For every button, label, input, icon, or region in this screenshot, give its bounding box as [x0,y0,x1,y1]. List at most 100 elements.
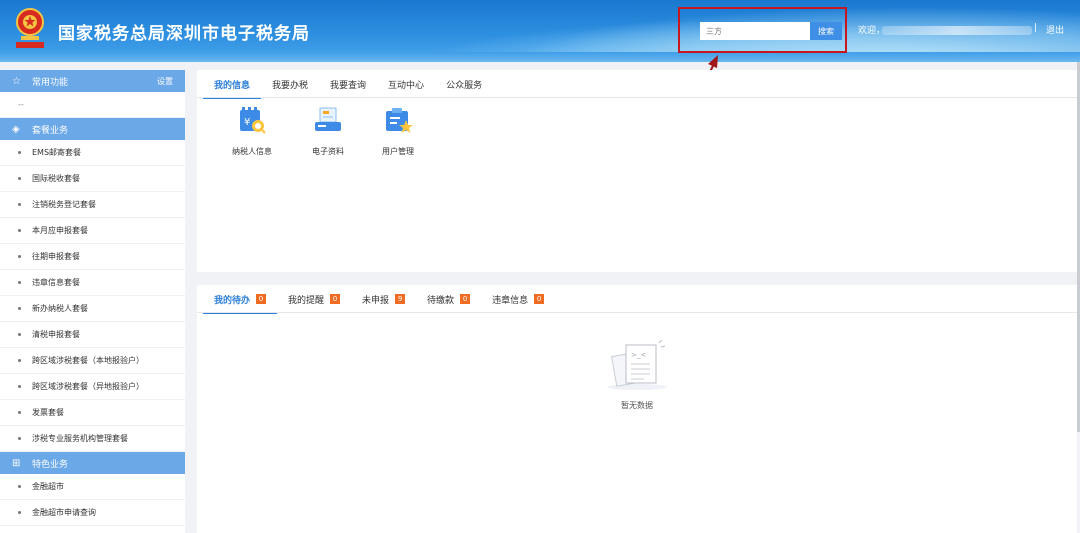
sidebar-section-label: 套餐业务 [32,125,69,136]
sidebar-item-label: 本月应申报套餐 [32,226,88,235]
sidebar-item[interactable]: 金融超市 [0,474,185,500]
quick-link-label: 电子资料 [312,147,344,156]
sidebar-item-label: 跨区域涉税套餐（异地报验户） [32,382,144,391]
todo-tab-label: 我的待办 [214,295,251,306]
svg-text:¥: ¥ [244,117,250,128]
common-empty-placeholder: -- [0,92,185,118]
site-title: 国家税务总局深圳市电子税务局 [58,24,310,44]
sidebar-item[interactable]: EMS邮寄套餐 [0,140,185,166]
sidebar-item[interactable]: 注销税务登记套餐 [0,192,185,218]
sidebar-section-common[interactable]: ☆ 常用功能 设置 [0,70,185,92]
sidebar-item[interactable]: 本月应申报套餐 [0,218,185,244]
tax-emblem-logo [16,8,44,48]
sidebar-item[interactable]: 新办纳税人套餐 [0,296,185,322]
bullet-icon [18,151,21,154]
quick-link-e-document[interactable]: 电子资料 [293,106,363,157]
bullet-icon [18,281,21,284]
quick-link-user-management[interactable]: 用户管理 [363,106,433,157]
star-icon: ☆ [12,75,21,87]
todo-tab[interactable]: 待缴款 0 [416,285,481,313]
sidebar-item[interactable]: 跨区域涉税套餐（异地报验户） [0,374,185,400]
sidebar-item-label: 国际税收套餐 [32,174,80,183]
bullet-icon [18,177,21,180]
sidebar-item[interactable]: 国际税收套餐 [0,166,185,192]
sidebar: ☆ 常用功能 设置 -- ◈ 套餐业务 EMS邮寄套餐 国际税收套餐注销税务登记套… [0,70,185,533]
sidebar-section-special[interactable]: ⊞ 特色业务 [0,452,185,474]
empty-state-text: 暂无数据 [621,401,653,410]
info-tab[interactable]: 我要查询 [319,70,377,98]
sidebar-section-package[interactable]: ◈ 套餐业务 [0,118,185,140]
bullet-icon [18,333,21,336]
bullet-icon [18,359,21,362]
count-badge: 9 [395,294,406,304]
e-document-icon [315,107,341,131]
welcome-label: 欢迎， [858,26,886,36]
todo-tab-label: 我的提醒 [288,295,325,306]
info-tab[interactable]: 公众服务 [435,70,493,98]
sidebar-item-label: 发票套餐 [32,408,64,417]
todo-tab[interactable]: 我的待办 0 [203,285,278,314]
bullet-icon [18,437,21,440]
sidebar-item[interactable]: 金融超市申请查询 [0,500,185,526]
count-badge: 0 [460,294,471,304]
taxpayer-info-icon: ¥ [240,107,266,134]
logout-link[interactable]: 退出 [1046,23,1064,36]
header-divider: | [1034,23,1038,33]
todo-tab-label: 未申报 [362,295,390,306]
bullet-icon [18,255,21,258]
bullet-icon [18,203,21,206]
info-tab[interactable]: 我的信息 [203,70,262,99]
tab-underline [197,312,1077,313]
sidebar-section-label: 常用功能 [32,77,69,88]
layers-icon: ◈ [12,123,20,135]
sidebar-item[interactable]: 往期申报套餐 [0,244,185,270]
top-banner: 国家税务总局深圳市电子税务局 搜索 欢迎， | 退出 [0,0,1080,62]
sidebar-item[interactable]: 涉税专业服务机构管理套餐 [0,426,185,452]
bullet-icon [18,307,21,310]
todo-panel: 我的待办 0 我的提醒 0 未申报 9 待缴款 0 违章信息 0 >_< 暂无数据 [197,285,1077,533]
grid-icon: ⊞ [12,457,21,469]
blurred-username [882,26,1032,35]
quick-link-label: 纳税人信息 [232,147,272,156]
sidebar-item-label: 清税申报套餐 [32,330,80,339]
quick-link-label: 用户管理 [382,147,414,156]
sidebar-item[interactable]: 违章信息套餐 [0,270,185,296]
sidebar-item-label: 往期申报套餐 [32,252,80,261]
search-highlight-annotation [678,7,847,53]
user-management-icon [386,108,413,133]
sidebar-item-label: 注销税务登记套餐 [32,200,96,209]
sidebar-item-label: 涉税专业服务机构管理套餐 [32,434,128,443]
bullet-icon [18,485,21,488]
todo-tab[interactable]: 违章信息 0 [481,285,555,313]
sidebar-item[interactable]: 跨区域涉税套餐（本地报验户） [0,348,185,374]
sidebar-item-label: 新办纳税人套餐 [32,304,88,313]
banner-ground [0,52,1080,62]
sidebar-item-label: EMS邮寄套餐 [32,148,82,157]
todo-tab[interactable]: 我的提醒 0 [277,285,351,313]
count-badge: 0 [256,294,267,304]
bullet-icon [18,411,21,414]
tab-underline [197,97,1077,98]
svg-text:>_<: >_< [631,351,646,359]
bullet-icon [18,511,21,514]
bullet-icon [18,229,21,232]
sidebar-item-label: 金融超市 [32,482,64,491]
my-info-panel: 我的信息 我要办税 我要查询 互动中心 公众服务 ¥ 纳税人信息 电子资料 用户… [197,70,1077,272]
settings-link[interactable]: 设置 [157,76,173,87]
count-badge: 0 [330,294,341,304]
sidebar-item-label: 跨区域涉税套餐（本地报验户） [32,356,144,365]
sidebar-item-label: 金融超市申请查询 [32,508,96,517]
bullet-icon [18,385,21,388]
todo-tab-label: 待缴款 [427,295,455,306]
quick-link-taxpayer-info[interactable]: ¥ 纳税人信息 [217,106,287,157]
info-tab[interactable]: 我要办税 [261,70,319,98]
sidebar-section-label: 特色业务 [32,459,69,470]
sidebar-item[interactable]: 发票套餐 [0,400,185,426]
info-tab[interactable]: 互动中心 [377,70,435,98]
sidebar-item[interactable]: 清税申报套餐 [0,322,185,348]
empty-state: >_< 暂无数据 [597,340,677,411]
sidebar-item-label: 违章信息套餐 [32,278,80,287]
todo-tab[interactable]: 未申报 9 [351,285,416,313]
empty-document-icon: >_< [607,340,667,390]
count-badge: 0 [534,294,545,304]
